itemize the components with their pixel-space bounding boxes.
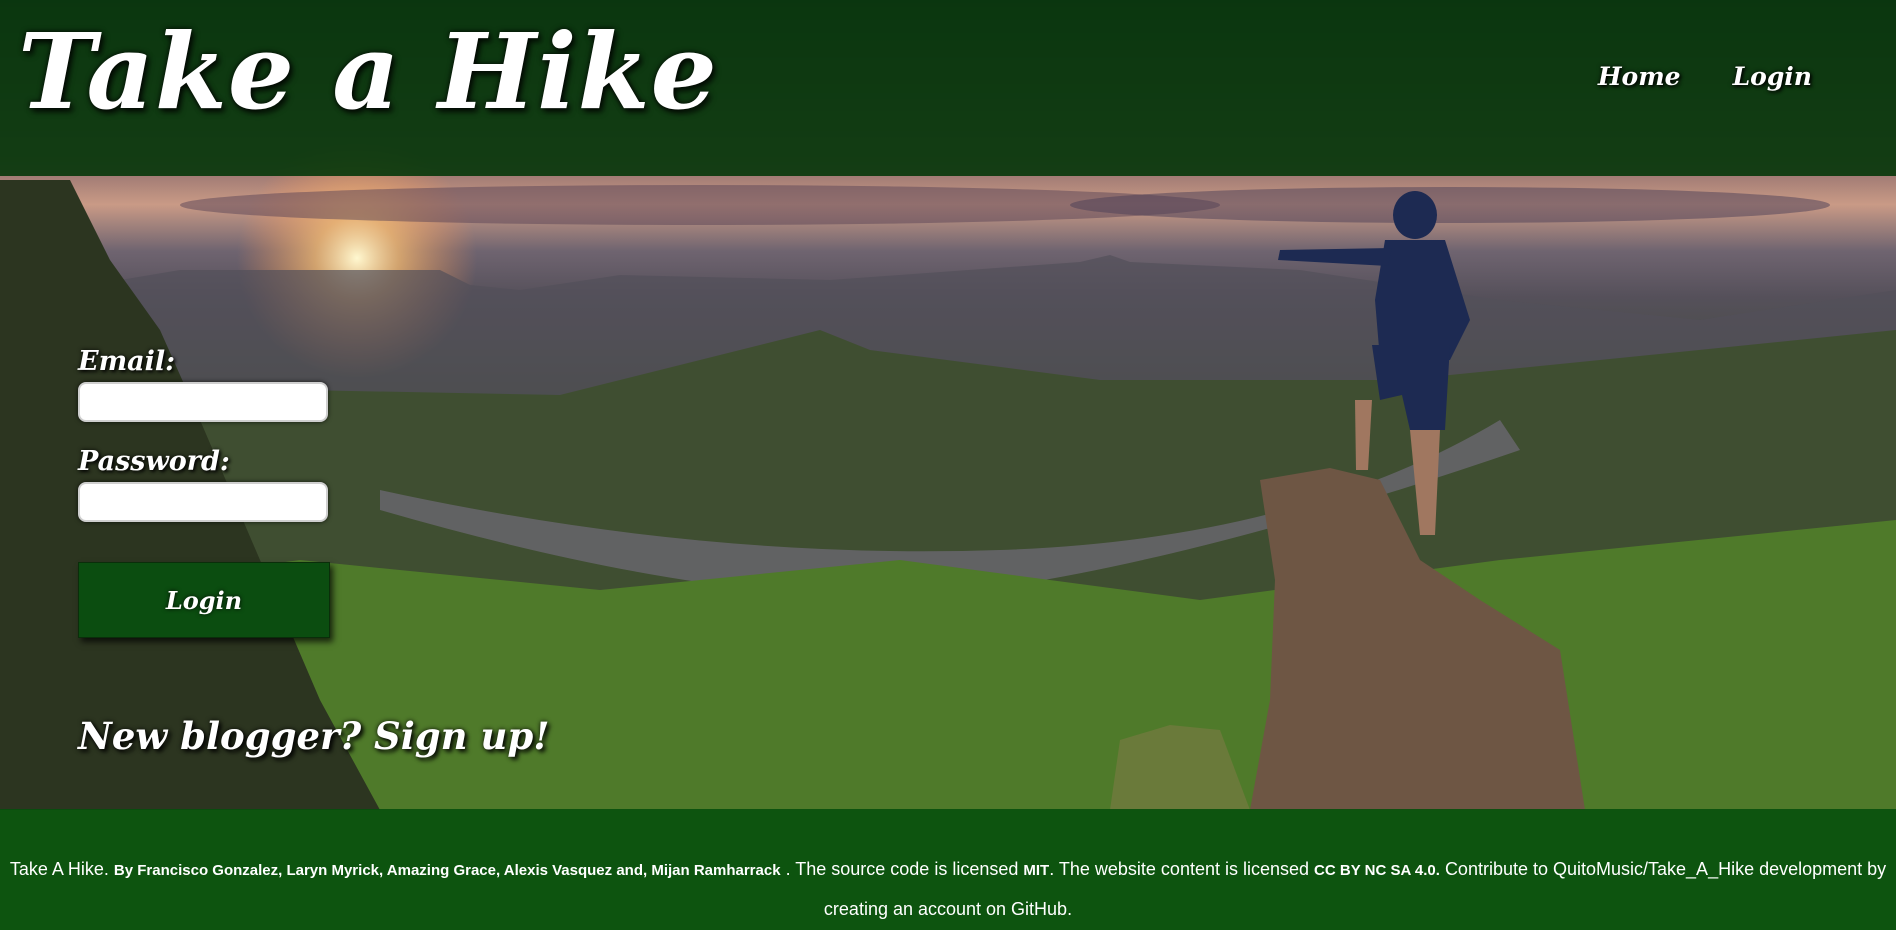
footer-content-text: . The website content is licensed — [1049, 859, 1310, 879]
footer-content-license: CC BY NC SA 4.0. — [1314, 862, 1440, 879]
site-header: Take a Hike Home Login — [0, 0, 1896, 176]
footer-site-name: Take A Hike. — [9, 859, 109, 879]
password-field[interactable] — [78, 482, 328, 522]
signup-link[interactable]: New blogger? Sign up! — [78, 714, 549, 758]
email-field[interactable] — [78, 382, 328, 422]
password-label: Password: — [78, 446, 230, 477]
footer-license-text: . The source code is licensed — [785, 859, 1019, 879]
login-form: Email: Password: — [78, 344, 338, 544]
brand-logo-text[interactable]: Take a Hike — [18, 10, 718, 135]
footer-code-license: MIT — [1023, 862, 1050, 879]
nav-login-link[interactable]: Login — [1733, 62, 1812, 91]
email-label: Email: — [78, 346, 176, 377]
login-submit-button[interactable]: Login — [78, 562, 330, 638]
nav-home-link[interactable]: Home — [1598, 62, 1681, 91]
footer-authors: By Francisco Gonzalez, Laryn Myrick, Ama… — [113, 862, 781, 879]
main-nav: Home Login — [1598, 62, 1812, 91]
site-footer: Take A Hike. By Francisco Gonzalez, Lary… — [0, 809, 1896, 930]
